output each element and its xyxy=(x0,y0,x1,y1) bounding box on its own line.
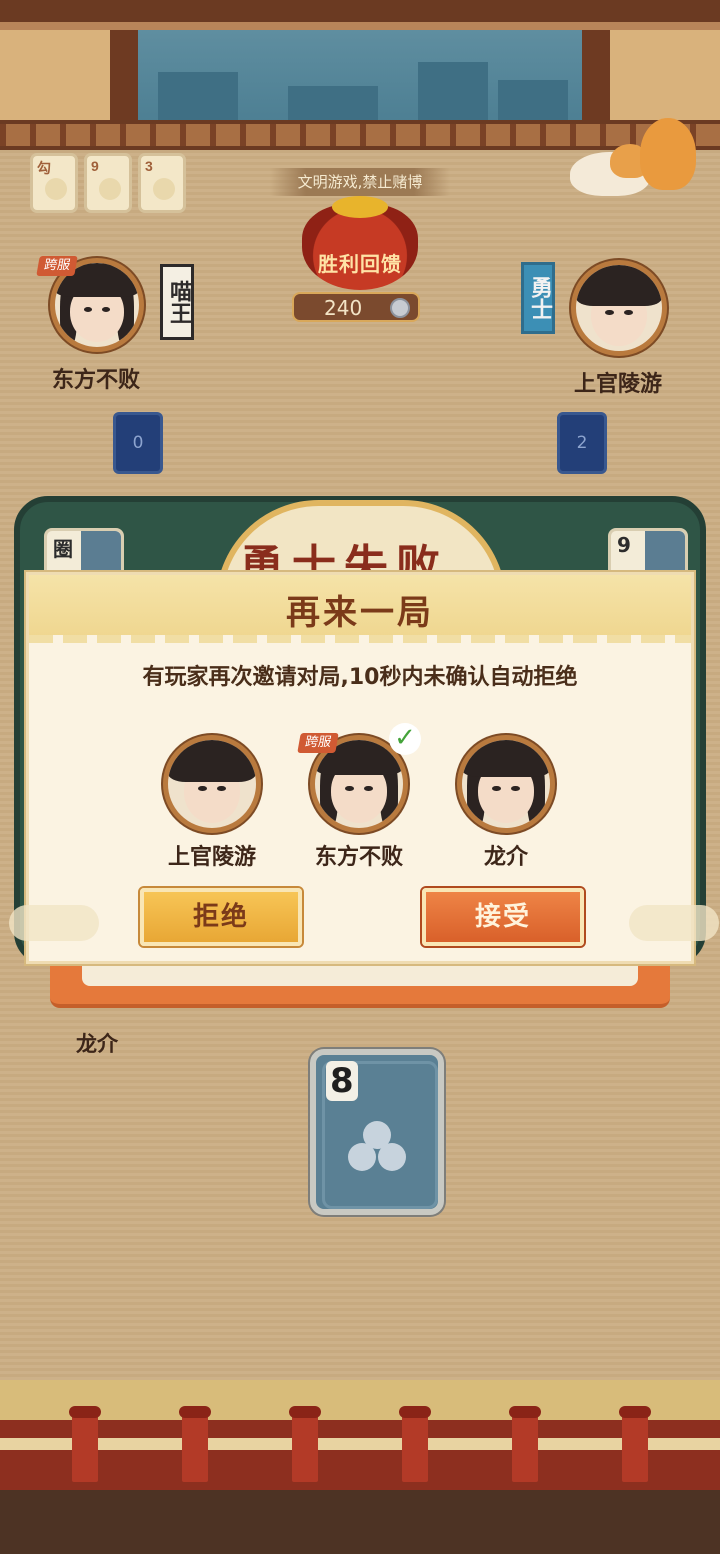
railing-post xyxy=(619,1406,651,1482)
hand-card-rank: 8 xyxy=(326,1061,358,1101)
invitee-name: 龙介 xyxy=(483,845,528,870)
bottom-railing xyxy=(0,1380,720,1554)
reward-label: 胜利回馈 xyxy=(318,252,402,276)
invitee-name: 上官陵游 xyxy=(167,845,256,870)
record-card-rank: 3 xyxy=(145,158,153,174)
record-card-rank: 勾 xyxy=(37,160,51,176)
record-card[interactable]: 9 xyxy=(84,153,132,213)
confirmed-check-icon: ✓ xyxy=(389,723,421,755)
rematch-dialog: 再来一局 有玩家再次邀请对局,10秒内未确认自动拒绝 上官陵游 跨服 ✓ 东方不… xyxy=(9,572,719,964)
player-name-bottom: 龙介 xyxy=(76,1032,118,1056)
fair-play-notice: 文明游戏,禁止赌博 xyxy=(270,168,450,196)
dialog-title: 再来一局 xyxy=(286,593,434,633)
cloud-decoration xyxy=(629,905,719,941)
railing-post xyxy=(179,1406,211,1482)
invitee-name: 东方不败 xyxy=(314,845,403,870)
player-name-left: 东方不败 xyxy=(52,368,141,393)
railing-post xyxy=(69,1406,101,1482)
record-card[interactable]: 3 xyxy=(138,153,186,213)
railing-post xyxy=(399,1406,431,1482)
club-suit-icon xyxy=(348,1121,406,1177)
cross-server-tag: 跨服 xyxy=(297,733,339,753)
record-card-rank: 9 xyxy=(91,158,99,174)
railing-post xyxy=(289,1406,321,1482)
railing-post xyxy=(509,1406,541,1482)
reward-amount: 240 xyxy=(292,292,420,322)
player-title-badge: 喵王 xyxy=(160,264,194,340)
player-title-badge: 勇士 xyxy=(521,262,555,334)
invitee-avatar xyxy=(457,735,555,833)
card-count-right: 2 xyxy=(557,412,607,474)
avatar-right-player[interactable] xyxy=(571,260,667,356)
cross-server-tag: 跨服 xyxy=(36,256,78,276)
cloud-decoration xyxy=(9,905,99,941)
reject-button[interactable]: 拒绝 xyxy=(140,888,302,946)
player-name-right: 上官陵游 xyxy=(574,372,663,397)
hand-card[interactable]: 8 xyxy=(310,1049,444,1215)
silver-coin-icon xyxy=(390,298,410,318)
record-card[interactable]: 勾 xyxy=(30,153,78,213)
dialog-message: 有玩家再次邀请对局,10秒内未确认自动拒绝 xyxy=(142,665,578,690)
cat-mascots-icon xyxy=(570,118,700,198)
invitee-avatar xyxy=(163,735,261,833)
accept-button[interactable]: 接受 xyxy=(422,888,584,946)
card-count-left: 0 xyxy=(113,412,163,474)
palace-skyline xyxy=(138,30,582,122)
result-card-left-rank: 圈 xyxy=(53,537,73,561)
reward-amount-value: 240 xyxy=(324,296,363,320)
result-card-right-rank: 9 xyxy=(617,533,631,557)
reward-bag-icon[interactable] xyxy=(302,196,418,290)
